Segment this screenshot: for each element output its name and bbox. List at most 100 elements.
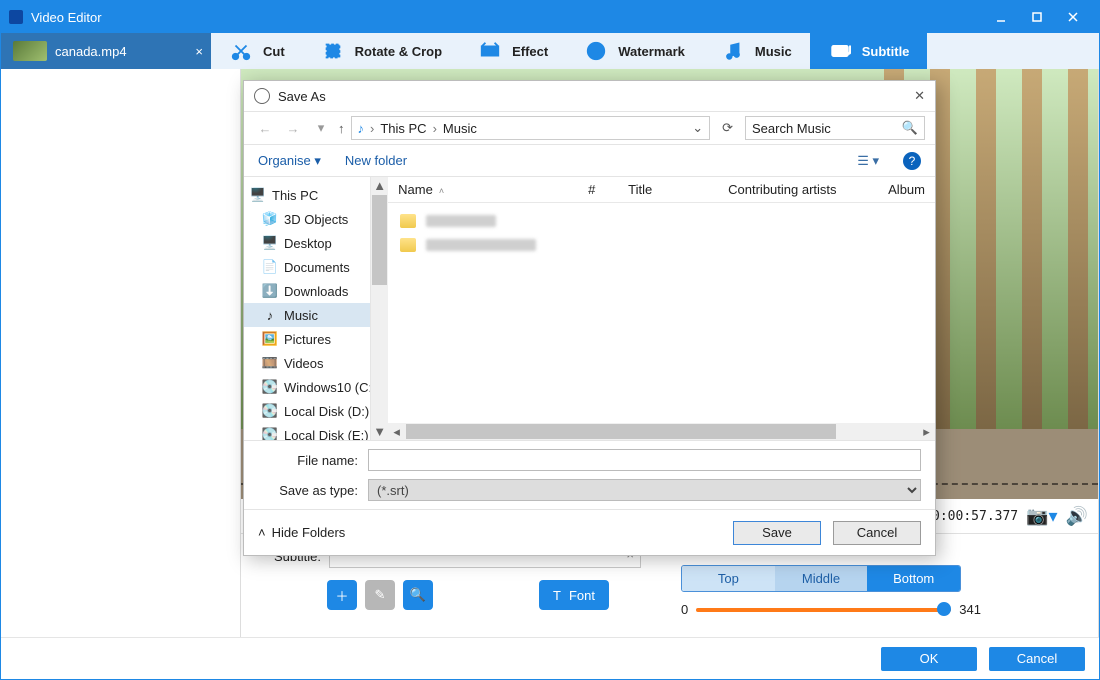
file-name: canada.mp4 <box>55 44 127 59</box>
sort-icon: ˄ <box>439 186 444 196</box>
file-list[interactable] <box>388 203 935 423</box>
videos-icon: 🎞️ <box>262 355 278 371</box>
tree-desktop[interactable]: 🖥️Desktop <box>244 231 370 255</box>
col-name[interactable]: Name <box>398 182 433 197</box>
tool-subtitle[interactable]: SUB Subtitle <box>810 33 928 69</box>
dialog-titlebar[interactable]: Save As ✕ <box>244 81 935 111</box>
folder-name-redacted <box>426 239 536 251</box>
close-button[interactable] <box>1055 1 1091 33</box>
dialog-fields: File name: Save as type: (*.srt) <box>244 440 935 509</box>
position-middle[interactable]: Middle <box>775 566 868 591</box>
tree-downloads[interactable]: ⬇️Downloads <box>244 279 370 303</box>
position-toggle: Top Middle Bottom <box>681 565 961 592</box>
nav-forward-icon[interactable]: → <box>282 121 304 136</box>
col-num[interactable]: # <box>578 182 618 197</box>
dialog-body: 🖥️This PC 🧊3D Objects 🖥️Desktop 📄Documen… <box>244 177 935 440</box>
filename-input[interactable] <box>368 449 921 471</box>
new-folder-button[interactable]: New folder <box>345 153 407 168</box>
breadcrumb-dropdown-icon[interactable]: ⌄ <box>692 120 703 136</box>
dialog-title: Save As <box>278 89 326 104</box>
dialog-close-icon[interactable]: ✕ <box>914 88 925 104</box>
breadcrumb-this-pc[interactable]: This PC <box>380 121 426 136</box>
add-subtitle-button[interactable]: ＋ <box>327 580 357 610</box>
app-titlebar[interactable]: Video Editor <box>1 1 1099 33</box>
hide-folders-toggle[interactable]: ˄ Hide Folders <box>258 525 345 540</box>
nav-back-icon[interactable]: ← <box>254 121 276 136</box>
minimize-button[interactable] <box>983 1 1019 33</box>
search-subtitle-button[interactable]: 🔍 <box>403 580 433 610</box>
footer: OK Cancel <box>1 637 1099 679</box>
tree-drive-c[interactable]: 💽Windows10 (C:) <box>244 375 370 399</box>
column-headers[interactable]: Name ˄ # Title Contributing artists Album <box>388 177 935 203</box>
position-bottom[interactable]: Bottom <box>867 566 960 591</box>
scroll-down-icon[interactable]: ▼ <box>371 423 388 440</box>
nav-up-icon[interactable]: ↑ <box>338 121 345 136</box>
file-close-icon[interactable]: × <box>195 44 203 59</box>
slider-max: 341 <box>959 602 981 617</box>
tool-music[interactable]: Music <box>703 33 810 69</box>
scroll-left-icon[interactable]: ◂ <box>388 423 405 440</box>
folder-name-redacted <box>426 215 496 227</box>
dialog-toolbar: Organise New folder ☰ ▾ ? <box>244 145 935 177</box>
tree-this-pc[interactable]: 🖥️This PC <box>244 183 370 207</box>
position-slider[interactable]: 0 341 <box>681 602 981 617</box>
app-icon <box>9 10 23 24</box>
file-hscrollbar[interactable]: ◂ ▸ <box>388 423 935 440</box>
watermark-icon <box>584 39 608 63</box>
list-item[interactable] <box>400 209 923 233</box>
hscroll-thumb[interactable] <box>406 424 836 439</box>
slider-min: 0 <box>681 602 688 617</box>
tree-pictures[interactable]: 🖼️Pictures <box>244 327 370 351</box>
breadcrumb-music[interactable]: Music <box>443 121 477 136</box>
cut-icon <box>229 39 253 63</box>
scroll-thumb[interactable] <box>372 195 387 285</box>
organise-menu[interactable]: Organise <box>258 153 321 169</box>
search-field[interactable]: Search Music 🔍 <box>745 116 925 140</box>
folder-tree[interactable]: 🖥️This PC 🧊3D Objects 🖥️Desktop 📄Documen… <box>244 177 371 440</box>
tree-3d-objects[interactable]: 🧊3D Objects <box>244 207 370 231</box>
tree-scrollbar[interactable]: ▲ ▼ <box>371 177 388 440</box>
maximize-button[interactable] <box>1019 1 1055 33</box>
breadcrumb[interactable]: ♪ › This PC › Music ⌄ <box>351 116 711 140</box>
tree-drive-d[interactable]: 💽Local Disk (D:) <box>244 399 370 423</box>
dialog-cancel-button[interactable]: Cancel <box>833 521 921 545</box>
ribbon: canada.mp4 × Cut Rotate & Crop Effect Wa… <box>1 33 1099 69</box>
app-title: Video Editor <box>31 10 983 25</box>
volume-icon[interactable]: 🔊 <box>1066 506 1088 527</box>
font-button[interactable]: T Font <box>539 580 609 610</box>
position-top[interactable]: Top <box>682 566 775 591</box>
ok-button[interactable]: OK <box>881 647 977 671</box>
cube-icon: 🧊 <box>262 211 278 227</box>
save-type-select[interactable]: (*.srt) <box>368 479 921 501</box>
file-tab[interactable]: canada.mp4 × <box>1 33 211 69</box>
tool-rotate-crop[interactable]: Rotate & Crop <box>303 33 460 69</box>
refresh-icon[interactable]: ⟳ <box>716 120 739 136</box>
nav-recent-icon[interactable]: ▾ <box>310 120 332 136</box>
edit-subtitle-button[interactable]: ✎ <box>365 580 395 610</box>
dialog-buttons: ˄ Hide Folders Save Cancel <box>244 509 935 555</box>
tool-watermark[interactable]: Watermark <box>566 33 703 69</box>
tree-videos[interactable]: 🎞️Videos <box>244 351 370 375</box>
tool-cut[interactable]: Cut <box>211 33 303 69</box>
folder-icon <box>400 214 416 228</box>
slider-thumb[interactable] <box>937 602 951 616</box>
documents-icon: 📄 <box>262 259 278 275</box>
scroll-right-icon[interactable]: ▸ <box>918 423 935 440</box>
tool-effect[interactable]: Effect <box>460 33 566 69</box>
snapshot-icon[interactable]: 📷▾ <box>1026 506 1057 527</box>
scroll-up-icon[interactable]: ▲ <box>371 177 388 194</box>
col-title[interactable]: Title <box>618 182 718 197</box>
tree-music[interactable]: ♪Music <box>244 303 370 327</box>
dialog-save-button[interactable]: Save <box>733 521 821 545</box>
list-item[interactable] <box>400 233 923 257</box>
tree-drive-e[interactable]: 💽Local Disk (E:) <box>244 423 370 440</box>
cancel-button[interactable]: Cancel <box>989 647 1085 671</box>
file-thumbnail <box>13 41 47 61</box>
chevron-up-icon: ˄ <box>258 525 266 540</box>
col-album[interactable]: Album <box>878 182 935 197</box>
view-mode-icon[interactable]: ☰ ▾ <box>857 153 879 169</box>
drive-icon: 💽 <box>262 379 278 395</box>
col-artists[interactable]: Contributing artists <box>718 182 878 197</box>
tree-documents[interactable]: 📄Documents <box>244 255 370 279</box>
help-icon[interactable]: ? <box>903 152 921 170</box>
